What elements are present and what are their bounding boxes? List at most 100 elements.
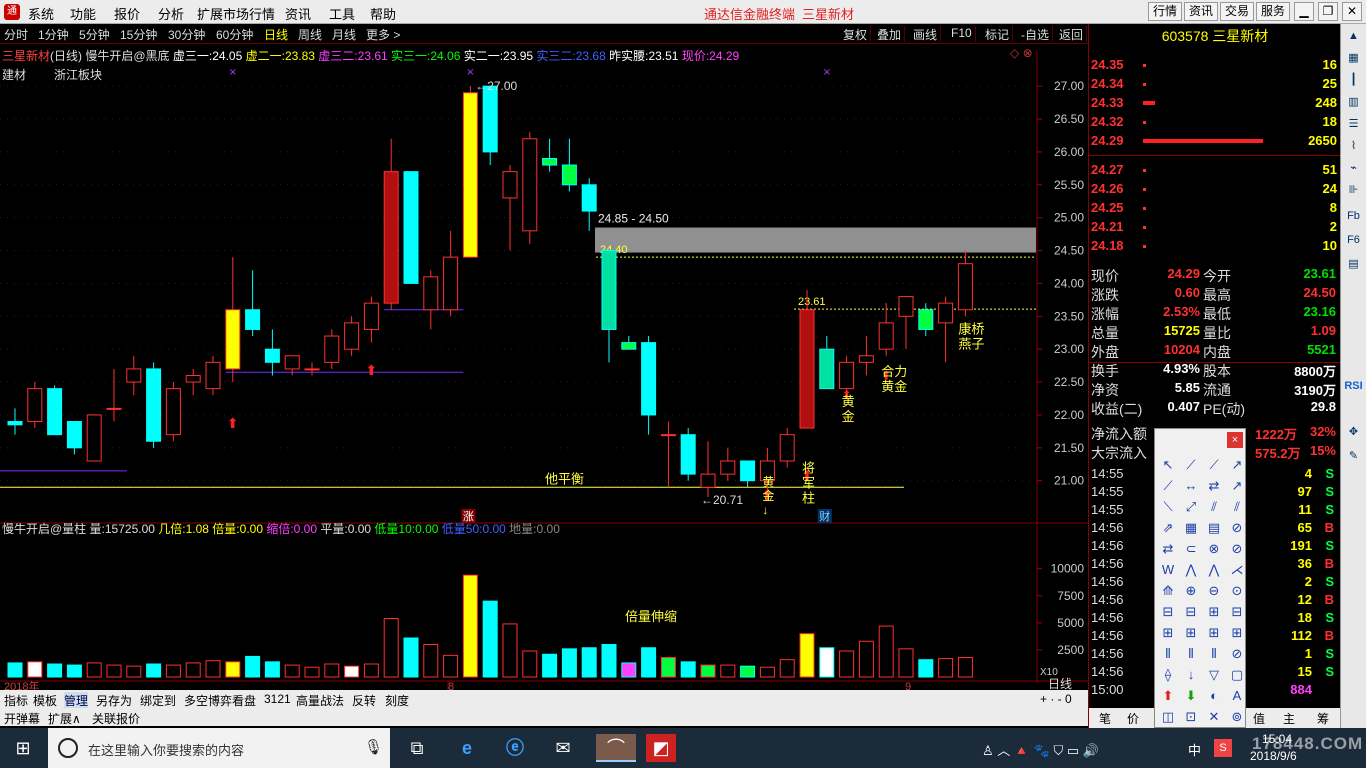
draw-tool-icon[interactable]: ⦀ [1158, 644, 1178, 664]
ask-row[interactable]: 24.32 18 [1089, 114, 1341, 132]
expand-button[interactable]: 扩展∧ [48, 710, 81, 727]
period-1min[interactable]: 1分钟 [38, 26, 69, 43]
close-icon[interactable]: ✕ [1342, 2, 1362, 21]
draw-button[interactable]: 画线 [910, 26, 942, 42]
ask-row[interactable]: 24.34 25 [1089, 76, 1341, 94]
f10-button[interactable]: F10 [948, 26, 976, 42]
draw-tool-icon[interactable]: ⋌ [1227, 560, 1247, 580]
draw-tool-icon[interactable]: ⊙ [1227, 581, 1247, 601]
taskbar-search[interactable]: 在这里输入你要搜索的内容 🎙 [48, 728, 390, 768]
draw-tool-icon[interactable]: ⊂ [1181, 539, 1201, 559]
tab-gaoliang[interactable]: 高量战法 [296, 692, 344, 709]
table-icon[interactable]: ▤ [1344, 256, 1363, 272]
mail-icon[interactable]: ✉ [548, 734, 578, 762]
draw-tool-icon[interactable]: ⇄ [1158, 539, 1178, 559]
period-30min[interactable]: 30分钟 [168, 26, 205, 43]
draw-tool-icon[interactable]: ⊡ [1181, 707, 1201, 727]
service-button[interactable]: 服务 [1256, 2, 1290, 21]
draw-tool-icon[interactable]: ⬇ [1181, 686, 1201, 706]
draw-tool-icon[interactable]: ⊗ [1204, 539, 1224, 559]
draw-tool-icon[interactable]: ⊕ [1181, 581, 1201, 601]
f6-icon[interactable]: F6 [1344, 232, 1363, 248]
draw-tool-icon[interactable]: ↗ [1227, 476, 1247, 496]
draw-tool-icon[interactable]: ⦀ [1181, 644, 1201, 664]
period-weekly[interactable]: 周线 [298, 26, 322, 43]
related-quote-button[interactable]: 关联报价 [92, 710, 140, 727]
chart-icon[interactable]: ⌁ [1344, 160, 1363, 176]
bid-row[interactable]: 24.27 51 [1089, 162, 1341, 180]
scroll-up-icon[interactable]: ▲ [1344, 28, 1363, 44]
tab-duokong[interactable]: 多空博弈看盘 [184, 692, 256, 709]
draw-tool-icon[interactable]: ▽ [1204, 665, 1224, 685]
menu-item-analysis[interactable]: 分析 [158, 4, 184, 23]
tab-fanzhuan[interactable]: 反转 [352, 692, 376, 709]
tab-bind-to[interactable]: 绑定到 [140, 692, 176, 709]
f10-icon[interactable]: Fb [1344, 208, 1363, 224]
news-button[interactable]: 资讯 [1184, 2, 1218, 21]
trend-icon[interactable]: ⌇ [1344, 138, 1363, 154]
draw-tool-icon[interactable]: ⟍ [1158, 497, 1178, 517]
ie-icon[interactable]: ⓔ [500, 734, 530, 762]
draw-tool-icon[interactable]: ⤢ [1181, 497, 1201, 517]
candle-icon[interactable]: ⊪ [1344, 182, 1363, 198]
draw-tool-icon[interactable]: ⊚ [1227, 707, 1247, 727]
draw-tool-icon[interactable]: ▦ [1181, 518, 1201, 538]
period-60min[interactable]: 60分钟 [216, 26, 253, 43]
bid-row[interactable]: 24.21 2 [1089, 219, 1341, 237]
expand-diamond-icon[interactable]: ◇ ⊗ [1010, 46, 1033, 60]
menu-item-info[interactable]: 资讯 [285, 4, 311, 23]
draw-tool-icon[interactable]: ⊘ [1227, 644, 1247, 664]
draw-tool-icon[interactable]: ▢ [1227, 665, 1247, 685]
draw-tool-icon[interactable]: A [1227, 686, 1247, 706]
tab-manage[interactable]: 管理 [64, 692, 89, 709]
back-button[interactable]: 返回 [1056, 26, 1088, 42]
draw-tool-icon[interactable]: ⊞ [1158, 623, 1178, 643]
fuquan-button[interactable]: 复权 [840, 26, 872, 42]
tab-zhi[interactable]: 值 [1253, 710, 1265, 727]
bid-row[interactable]: 24.18 10 [1089, 238, 1341, 256]
task-view-icon[interactable]: ⧉ [402, 734, 432, 762]
tab-bi[interactable]: 笔 [1099, 710, 1111, 727]
ask-row[interactable]: 24.33 248 [1089, 95, 1341, 113]
restore-icon[interactable]: ❐ [1318, 2, 1338, 21]
draw-tool-icon[interactable]: ↔ [1181, 476, 1201, 496]
menu-item-quote[interactable]: 报价 [114, 4, 140, 23]
kline-icon[interactable]: ┃ [1344, 72, 1363, 88]
draw-tool-icon[interactable]: ⊟ [1158, 602, 1178, 622]
menu-item-help[interactable]: 帮助 [370, 4, 396, 23]
draw-tool-icon[interactable]: W [1158, 560, 1178, 580]
tab-save-as[interactable]: 另存为 [96, 692, 132, 709]
tab-chou[interactable]: 筹 [1317, 710, 1329, 727]
rsi-icon[interactable]: RSI [1344, 378, 1363, 394]
tab-template[interactable]: 模板 [33, 692, 57, 709]
menu-item-function[interactable]: 功能 [70, 4, 96, 23]
tab-jia[interactable]: 价 [1127, 710, 1139, 727]
draw-tool-icon[interactable]: ⫽ [1227, 497, 1247, 517]
tray-icons[interactable]: ♙ ︿ 🔺 🐾 ⛉ ▭ 🔊 [982, 740, 1099, 759]
draw-tool-icon[interactable]: ↓ [1181, 665, 1201, 685]
draw-tool-icon[interactable]: ⦀ [1204, 644, 1224, 664]
tab-zhu[interactable]: 主 [1283, 710, 1295, 727]
kline-chart[interactable]: 27.00 26.50 26.00 25.50 25.00 24.50 24.00 23.50… [0, 44, 1088, 690]
menu-item-tools[interactable]: 工具 [329, 4, 355, 23]
draw-tool-icon[interactable]: ◫ [1158, 707, 1178, 727]
windows-start-icon[interactable]: ⊞ [8, 734, 38, 762]
period-5min[interactable]: 5分钟 [79, 26, 110, 43]
draw-tool-icon[interactable]: ↖ [1158, 455, 1178, 475]
period-more[interactable]: 更多 > [366, 26, 400, 43]
ask-row[interactable]: 24.29 2650 [1089, 133, 1341, 151]
draw-tool-icon[interactable]: ⬆ [1158, 686, 1178, 706]
draw-tool-icon[interactable]: ✕ [1204, 707, 1224, 727]
tab-3121[interactable]: 3121 [264, 692, 291, 706]
draw-tool-icon[interactable]: ⟠ [1158, 665, 1178, 685]
draw-tool-icon[interactable]: ▤ [1204, 518, 1224, 538]
draw-tool-icon[interactable]: ⊞ [1204, 602, 1224, 622]
add-watchlist-button[interactable]: -自选 [1018, 26, 1053, 42]
period-daily[interactable]: 日线 [264, 26, 288, 43]
draw-tool-icon[interactable]: ⊞ [1227, 623, 1247, 643]
pen-icon[interactable]: ✎ [1344, 448, 1363, 464]
draw-tool-icon[interactable]: ⊞ [1181, 623, 1201, 643]
draw-tool-icon[interactable]: ⊘ [1227, 539, 1247, 559]
draw-tool-icon[interactable]: ⫽ [1204, 497, 1224, 517]
draw-tool-icon[interactable]: ⟋ [1204, 455, 1224, 475]
